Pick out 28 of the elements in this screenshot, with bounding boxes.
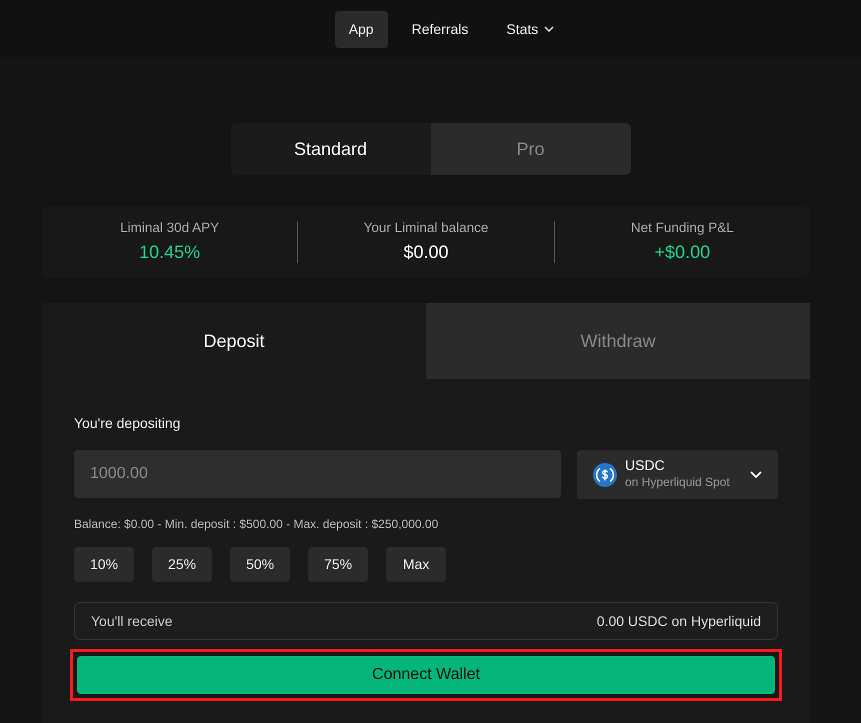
nav-tab[interactable]: Referrals bbox=[398, 10, 482, 48]
dollar-coin-icon bbox=[593, 462, 617, 486]
percent-button[interactable]: Max bbox=[386, 547, 446, 582]
percent-button[interactable]: 75% bbox=[308, 547, 368, 582]
nav-tab[interactable]: App bbox=[334, 10, 388, 48]
stat-value: +$0.00 bbox=[654, 240, 710, 264]
chevron-icon bbox=[750, 471, 762, 478]
action-tab[interactable]: Withdraw bbox=[426, 303, 810, 379]
percent-button[interactable]: 25% bbox=[152, 547, 212, 582]
amount-field[interactable]: 1000.00 bbox=[74, 450, 561, 498]
percent-button[interactable]: 50% bbox=[230, 547, 290, 582]
nav-tab[interactable]: Stats bbox=[492, 10, 568, 48]
receive-label: You'll receive bbox=[91, 612, 173, 630]
token-selector[interactable]: USDC on Hyperliquid Spot bbox=[577, 450, 778, 499]
stat-label: Your Liminal balance bbox=[364, 219, 488, 238]
percent-button[interactable]: 10% bbox=[74, 547, 134, 582]
token-network: on Hyperliquid Spot bbox=[625, 474, 731, 492]
field-label: You're depositing bbox=[74, 414, 182, 433]
token-symbol: USDC bbox=[625, 458, 666, 474]
stat-value: $0.00 bbox=[403, 240, 449, 264]
connect-wallet-button[interactable]: Connect Wallet bbox=[77, 656, 775, 694]
stat-label: Net Funding P&L bbox=[630, 219, 734, 238]
stat-label: Liminal 30d APY bbox=[120, 219, 220, 238]
caret-icon bbox=[544, 26, 554, 32]
limits-text: Balance: $0.00 - Min. deposit : $500.00 - Max. deposit : $250,000.00 bbox=[74, 516, 440, 533]
mode-tab[interactable]: Pro bbox=[430, 123, 630, 175]
stat-value: 10.45% bbox=[139, 240, 200, 264]
receive-value: 0.00 USDC on Hyperliquid bbox=[596, 612, 761, 631]
